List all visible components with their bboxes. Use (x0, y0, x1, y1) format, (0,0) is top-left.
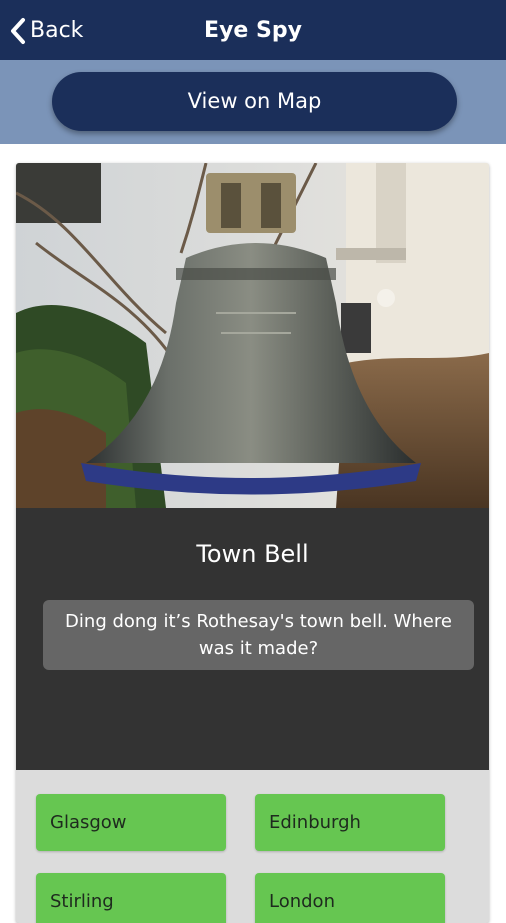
answer-option-glasgow[interactable]: Glasgow (36, 794, 226, 851)
answer-option-london[interactable]: London (255, 873, 445, 923)
town-bell-photo (16, 163, 489, 508)
page-title: Eye Spy (204, 18, 302, 43)
map-bar: View on Map (0, 60, 506, 144)
question-card: Town Bell Ding dong it’s Rothesay's town… (16, 163, 489, 923)
question-text: Ding dong it’s Rothesay's town bell. Whe… (43, 600, 474, 670)
app-header: Back Eye Spy (0, 0, 506, 60)
view-on-map-button[interactable]: View on Map (52, 72, 457, 131)
info-panel: Town Bell Ding dong it’s Rothesay's town… (16, 508, 489, 770)
item-title: Town Bell (196, 540, 309, 568)
answer-option-stirling[interactable]: Stirling (36, 873, 226, 923)
answer-option-edinburgh[interactable]: Edinburgh (255, 794, 445, 851)
